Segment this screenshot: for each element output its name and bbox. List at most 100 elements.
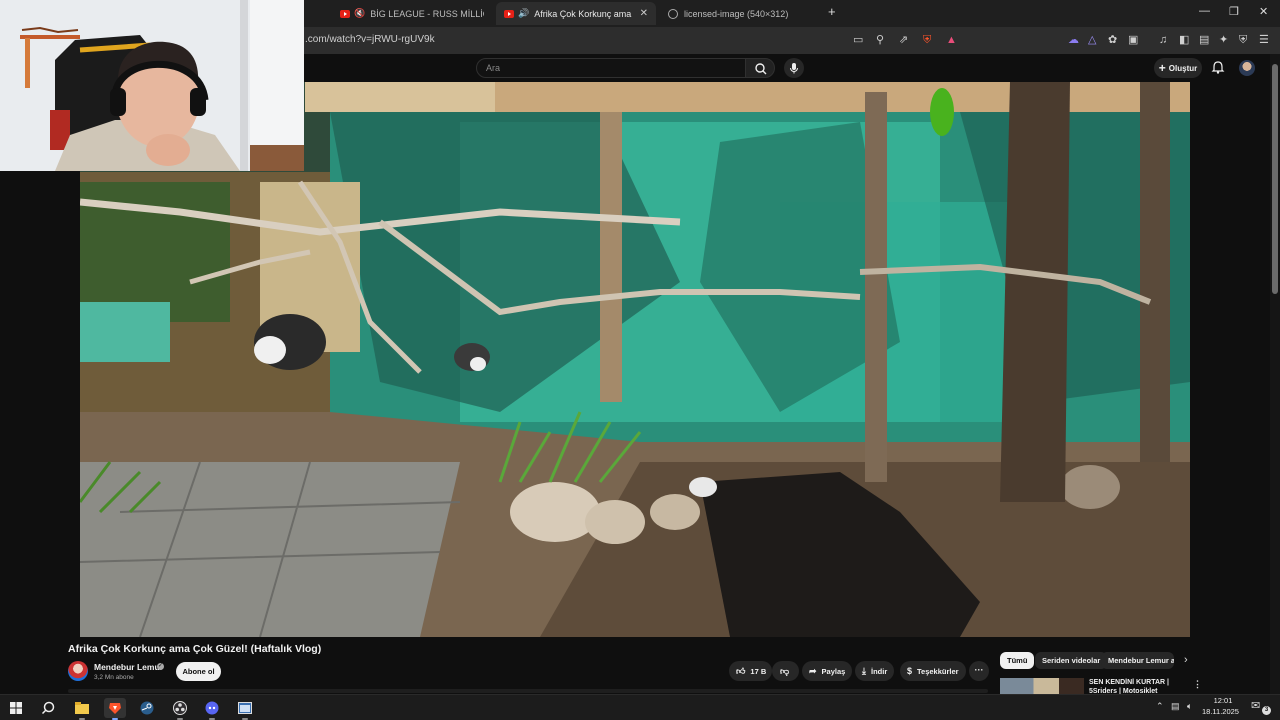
discord-icon bbox=[205, 701, 219, 715]
notification-icon[interactable]: ✉ bbox=[1251, 699, 1260, 712]
channel-name[interactable]: Mendebur Lemur bbox=[94, 662, 163, 672]
more-icon: ··· bbox=[974, 665, 984, 675]
url-field[interactable]: .com/watch?v=jRWU-rgUV9k bbox=[305, 34, 435, 45]
wallet-icon[interactable]: ▤ bbox=[1199, 34, 1209, 46]
start-button[interactable] bbox=[5, 698, 27, 718]
folder-icon bbox=[75, 702, 89, 714]
like-button[interactable]: 👍︎ 17 B bbox=[729, 661, 772, 681]
zoom-icon[interactable]: ⚲ bbox=[876, 34, 884, 46]
share-icon: ➦ bbox=[809, 665, 817, 676]
clock-date[interactable]: 18.11.2025 bbox=[1202, 707, 1239, 716]
screenshot-icon[interactable]: ▣ bbox=[1128, 34, 1138, 46]
close-tab-icon[interactable]: ✕ bbox=[640, 8, 648, 19]
search-input[interactable]: Ara bbox=[476, 58, 746, 78]
more-actions-button[interactable]: ··· bbox=[969, 661, 989, 681]
thanks-icon: $ bbox=[907, 666, 913, 676]
tab-big-league[interactable]: 🔇 BİG LEAGUE - RUSS MİLLİONS X bbox=[332, 2, 484, 25]
tab-label: Afrika Çok Korkunç ama Çok bbox=[534, 8, 632, 19]
create-button[interactable]: + Oluştur bbox=[1154, 58, 1202, 78]
obs-icon bbox=[173, 701, 187, 715]
leo-ai-icon[interactable]: ☁ bbox=[1068, 34, 1079, 46]
network-icon[interactable]: ▤ bbox=[1171, 701, 1180, 712]
bell-icon[interactable] bbox=[1211, 60, 1225, 74]
app-window-button[interactable] bbox=[234, 698, 256, 720]
speaker-icon[interactable]: 🔊 bbox=[518, 8, 529, 19]
tray-overflow-icon[interactable]: ⌃ bbox=[1156, 701, 1164, 712]
tab-label: licensed-image (540×312) bbox=[684, 8, 789, 19]
discord-button[interactable] bbox=[201, 698, 223, 720]
channel-avatar[interactable] bbox=[68, 661, 88, 681]
cast-icon[interactable]: ▭ bbox=[853, 34, 863, 46]
search-icon bbox=[755, 63, 767, 75]
brave-icon bbox=[109, 703, 121, 714]
like-icon: 👍︎ bbox=[736, 665, 746, 676]
globe-icon bbox=[668, 8, 678, 19]
chevron-right-icon[interactable]: › bbox=[1184, 654, 1188, 666]
windows-taskbar bbox=[0, 694, 1280, 720]
thanks-label: Teşekkürler bbox=[917, 666, 959, 676]
tab-licensed-image[interactable]: licensed-image (540×312) bbox=[660, 2, 820, 25]
window-icon bbox=[238, 702, 252, 714]
share-label: Paylaş bbox=[821, 666, 846, 676]
tab-afrika-video[interactable]: 🔊 Afrika Çok Korkunç ama Çok ✕ bbox=[496, 2, 656, 25]
create-label: Oluştur bbox=[1168, 63, 1198, 73]
description-box-edge bbox=[68, 689, 988, 693]
windows-icon bbox=[10, 702, 22, 714]
notification-count-badge: 3 bbox=[1262, 706, 1271, 715]
new-tab-button[interactable]: + bbox=[828, 4, 836, 19]
steam-button[interactable] bbox=[136, 698, 158, 718]
sidebar-icon[interactable]: ◧ bbox=[1179, 34, 1189, 46]
webcam-frame bbox=[0, 0, 304, 171]
extensions-icon[interactable]: ✿ bbox=[1108, 34, 1117, 46]
share-button[interactable]: ➦ Paylaş bbox=[802, 661, 853, 681]
media-icon[interactable]: ♫ bbox=[1159, 34, 1167, 46]
screen: 🔇 BİG LEAGUE - RUSS MİLLİONS X 🔊 Afrika … bbox=[0, 0, 1280, 720]
steam-icon bbox=[140, 701, 154, 715]
scrollbar-thumb[interactable] bbox=[1272, 64, 1278, 294]
restore-icon[interactable]: ❐ bbox=[1229, 5, 1239, 18]
like-count: 17 B bbox=[750, 666, 767, 676]
dislike-button[interactable]: 👎︎ bbox=[772, 661, 799, 681]
voice-search-button[interactable] bbox=[784, 58, 804, 78]
recommendation-more-icon[interactable]: ⋮ bbox=[1193, 679, 1202, 690]
recommendation-thumbnail[interactable] bbox=[1000, 678, 1084, 694]
brave-rewards-icon[interactable]: ▲ bbox=[946, 34, 957, 46]
minimize-icon[interactable]: — bbox=[1199, 5, 1210, 17]
webcam-overlay bbox=[0, 0, 304, 171]
plus-icon: + bbox=[1158, 61, 1166, 75]
youtube-favicon-icon bbox=[340, 9, 350, 18]
menu-icon[interactable]: ☰ bbox=[1259, 34, 1269, 46]
brave-browser-button[interactable] bbox=[104, 698, 126, 720]
thanks-button[interactable]: $ Teşekkürler bbox=[900, 661, 966, 681]
video-title: Afrika Çok Korkunç ama Çok Güzel! (Hafta… bbox=[68, 643, 322, 655]
shield-icon[interactable]: ⛨ bbox=[1239, 34, 1247, 46]
share-page-icon[interactable]: ⇗ bbox=[899, 34, 908, 46]
user-avatar[interactable] bbox=[1239, 60, 1255, 76]
obs-button[interactable] bbox=[169, 698, 191, 720]
clock-time[interactable]: 12:01 bbox=[1212, 696, 1234, 705]
subscribe-button[interactable]: Abone ol bbox=[176, 662, 221, 681]
search-button[interactable] bbox=[745, 58, 775, 78]
vpn-icon[interactable]: △ bbox=[1088, 34, 1096, 46]
search-placeholder: Ara bbox=[486, 63, 501, 73]
download-button[interactable]: ⤓ İndir bbox=[855, 661, 895, 681]
chip-all[interactable]: Tümü bbox=[1000, 652, 1035, 669]
chip-series[interactable]: Seriden videolar bbox=[1035, 652, 1108, 669]
volume-icon[interactable]: 🔈︎ bbox=[1187, 701, 1192, 712]
page-scrollbar[interactable] bbox=[1270, 54, 1280, 694]
dislike-icon: 👎︎ bbox=[780, 665, 790, 676]
ai-sparkle-icon[interactable]: ✦ bbox=[1219, 34, 1228, 46]
tab-label: BİG LEAGUE - RUSS MİLLİONS X bbox=[370, 8, 484, 19]
recommendation-title[interactable]: SEN KENDİNİ KURTAR | 5Sriders | Motosikl… bbox=[1089, 678, 1183, 694]
close-window-icon[interactable]: ✕ bbox=[1259, 5, 1268, 18]
subscriber-count: 3,2 Mn abone bbox=[94, 674, 134, 681]
brave-shield-icon[interactable]: ⛨ bbox=[923, 34, 931, 46]
taskbar-search-button[interactable] bbox=[37, 698, 59, 718]
mic-icon bbox=[790, 63, 798, 74]
verified-badge-icon: ✓ bbox=[157, 663, 164, 670]
chip-channel[interactable]: Mendebur Lemur ad bbox=[1101, 652, 1174, 669]
youtube-favicon-icon bbox=[504, 9, 514, 18]
file-explorer-button[interactable] bbox=[71, 698, 93, 720]
download-label: İndir bbox=[870, 666, 888, 676]
muted-speaker-icon[interactable]: 🔇 bbox=[354, 8, 365, 19]
